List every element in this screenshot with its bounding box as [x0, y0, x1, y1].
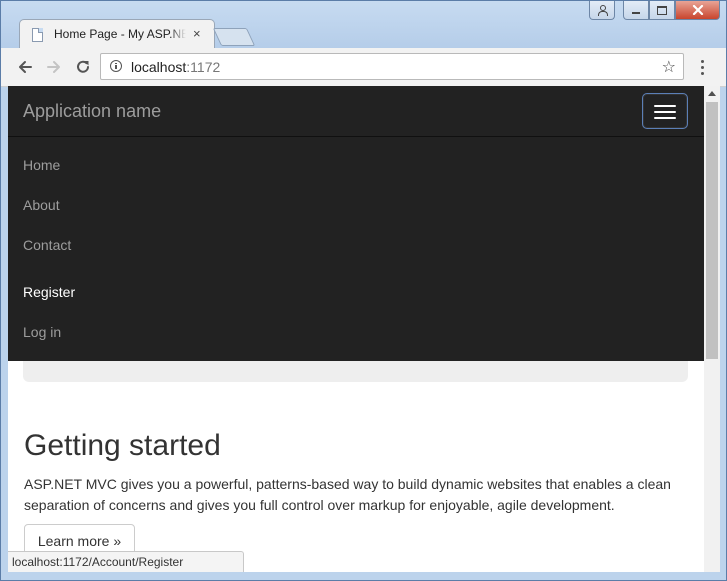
forward-arrow-icon — [47, 61, 60, 73]
minimize-button[interactable] — [623, 1, 649, 20]
nav-link-register[interactable]: Register — [23, 284, 75, 300]
status-bar-url: localhost:1172/Account/Register — [8, 551, 244, 572]
browser-toolbar: localhost:1172 ☆ — [1, 48, 726, 87]
back-arrow-icon — [19, 61, 32, 73]
close-window-button[interactable] — [675, 1, 720, 20]
browser-window: Home Page - My ASP.NET Application × — [0, 0, 727, 581]
reload-button[interactable] — [71, 55, 95, 79]
site-navbar: Application name Home About Contact Regi… — [8, 86, 704, 361]
scrollbar-thumb[interactable] — [706, 102, 718, 359]
back-button[interactable] — [13, 55, 37, 79]
maximize-icon — [657, 5, 667, 15]
user-icon — [597, 5, 608, 16]
nav-link-contact[interactable]: Contact — [23, 237, 71, 253]
tab-title: Home Page - My ASP.NET Application — [54, 27, 186, 41]
forward-button[interactable] — [42, 55, 66, 79]
kebab-menu-icon[interactable] — [701, 60, 705, 76]
page-viewport: Application name Home About Contact Regi… — [8, 86, 704, 572]
hamburger-icon-bar — [654, 111, 676, 113]
navbar-toggle-button[interactable] — [643, 94, 687, 128]
url-port: :1172 — [186, 59, 221, 75]
hamburger-icon — [654, 105, 676, 107]
maximize-button[interactable] — [649, 1, 675, 20]
window-bottom-frame — [1, 572, 726, 580]
close-tab-icon[interactable]: × — [193, 26, 201, 42]
star-icon[interactable]: ☆ — [662, 57, 676, 77]
vertical-scrollbar[interactable] — [704, 86, 720, 572]
page-icon — [32, 28, 43, 42]
reload-icon — [77, 60, 89, 73]
close-icon — [692, 5, 703, 15]
brand-link[interactable]: Application name — [23, 101, 161, 122]
url-host: localhost — [131, 59, 187, 75]
info-icon[interactable] — [110, 60, 122, 72]
hamburger-icon-bar — [654, 117, 676, 119]
browser-tab-active[interactable]: Home Page - My ASP.NET Application × — [19, 19, 215, 49]
nav-link-about[interactable]: About — [23, 197, 60, 213]
window-controls — [589, 1, 720, 21]
intro-paragraph: ASP.NET MVC gives you a powerful, patter… — [24, 476, 671, 513]
nav-link-login[interactable]: Log in — [23, 324, 61, 340]
page-heading: Getting started — [24, 429, 221, 462]
scroll-up-icon[interactable] — [708, 91, 716, 96]
minimize-icon — [632, 12, 640, 14]
url-text[interactable]: localhost:1172 — [131, 59, 220, 75]
new-tab-button[interactable] — [212, 28, 256, 46]
title-bar: Home Page - My ASP.NET Application × — [1, 1, 726, 49]
user-profile-button[interactable] — [589, 1, 615, 20]
navbar-divider — [8, 136, 704, 137]
jumbotron — [23, 361, 688, 382]
address-bar[interactable]: localhost:1172 ☆ — [100, 53, 684, 80]
nav-link-home[interactable]: Home — [23, 157, 60, 173]
